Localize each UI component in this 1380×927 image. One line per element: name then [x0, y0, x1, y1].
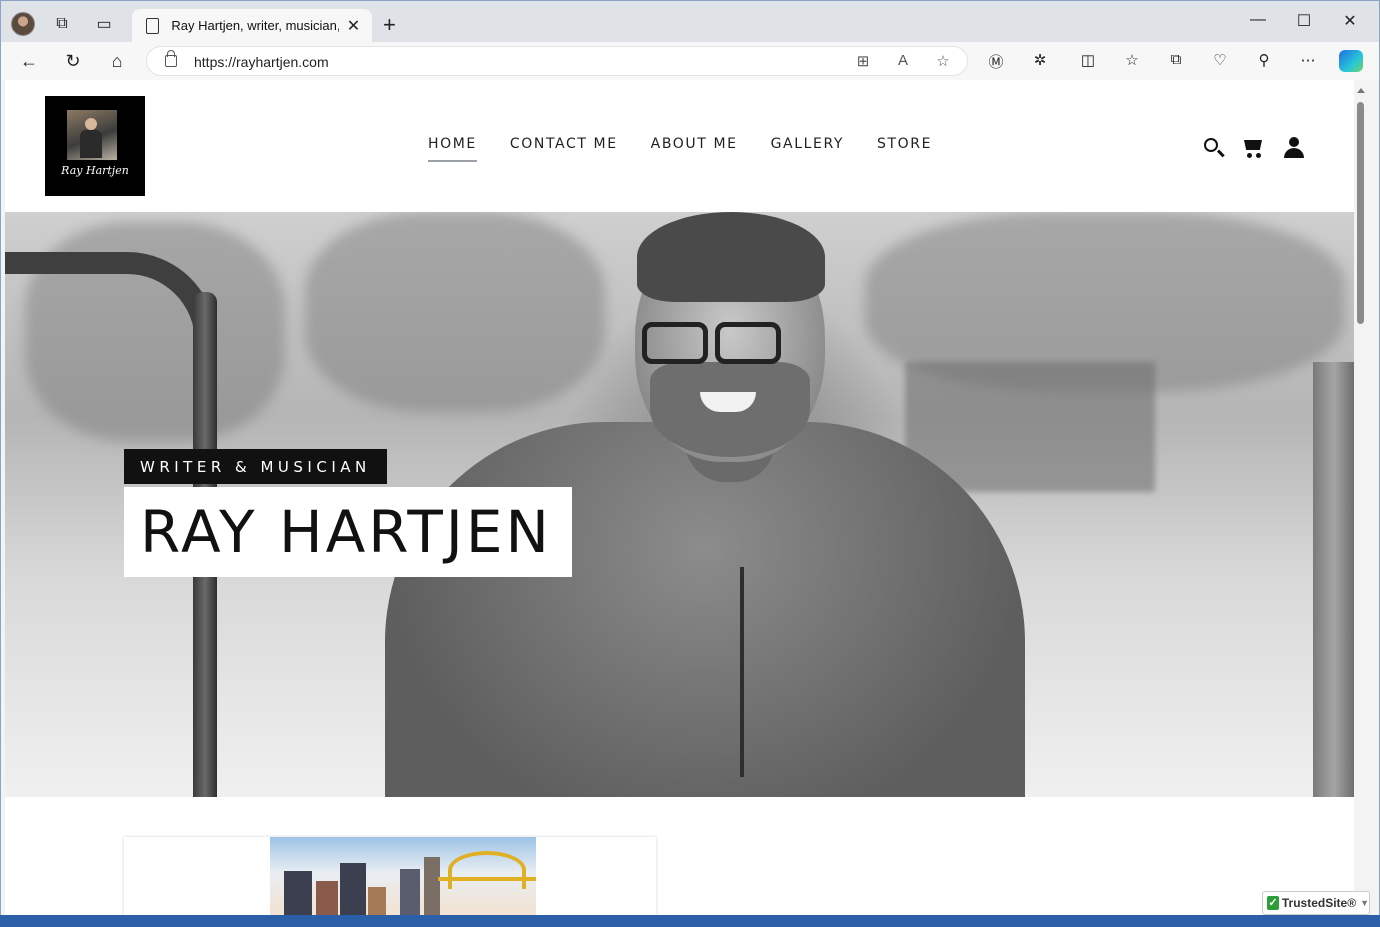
- scroll-up-arrow[interactable]: [1357, 88, 1365, 93]
- desktop-frame: [0, 915, 1380, 927]
- site-header: Ray Hartjen HOME CONTACT ME ABOUT ME GAL…: [5, 80, 1354, 212]
- nav-about-me[interactable]: ABOUT ME: [651, 136, 738, 162]
- new-tab-button[interactable]: +: [383, 12, 396, 38]
- split-screen-icon[interactable]: ◫: [1077, 51, 1099, 69]
- main-navigation: HOME CONTACT ME ABOUT ME GALLERY STORE: [428, 136, 932, 162]
- page-viewport: Ray Hartjen HOME CONTACT ME ABOUT ME GAL…: [5, 80, 1354, 916]
- minimize-button[interactable]: —: [1243, 11, 1273, 29]
- hero-tagline: WRITER & MUSICIAN: [124, 449, 387, 484]
- nav-gallery[interactable]: GALLERY: [771, 136, 844, 162]
- browser-window: ⧉ ▭ Ray Hartjen, writer, musician, and ✕…: [0, 0, 1380, 927]
- extensions-icon[interactable]: ✲: [1029, 51, 1051, 69]
- profile-avatar-icon[interactable]: [11, 12, 35, 36]
- refresh-icon[interactable]: ↻: [61, 50, 85, 72]
- logo-photo: [67, 110, 117, 160]
- chevron-down-icon[interactable]: ▼: [1360, 898, 1369, 908]
- copilot-icon[interactable]: [1339, 50, 1363, 72]
- search-icon[interactable]: [1202, 136, 1226, 160]
- back-icon[interactable]: ←: [17, 50, 41, 72]
- apps-icon[interactable]: ⊞: [853, 52, 873, 70]
- site-logo[interactable]: Ray Hartjen: [45, 96, 145, 196]
- more-icon[interactable]: ⋯: [1297, 51, 1319, 69]
- nav-home[interactable]: HOME: [428, 136, 477, 162]
- browser-essentials-icon[interactable]: ♡: [1209, 51, 1231, 69]
- featured-card[interactable]: [124, 837, 656, 916]
- trustedsite-label: TrustedSite: [1281, 896, 1348, 910]
- skyline-building: [340, 863, 366, 916]
- trustedsite-reg: ®: [1347, 896, 1357, 910]
- skyline-building: [400, 869, 420, 916]
- page-icon: [146, 17, 160, 34]
- nav-contact-me[interactable]: CONTACT ME: [510, 136, 618, 162]
- account-icon[interactable]: [1282, 136, 1306, 160]
- active-tab[interactable]: Ray Hartjen, writer, musician, and ✕: [132, 9, 372, 42]
- background-tree: [305, 212, 605, 412]
- nav-store[interactable]: STORE: [877, 136, 932, 162]
- glasses-left-lens: [642, 322, 708, 364]
- extension-m-icon[interactable]: Ⓜ: [985, 51, 1007, 72]
- check-icon: ✓: [1267, 896, 1279, 910]
- skyline-building: [284, 871, 312, 916]
- favorite-star-icon[interactable]: ☆: [933, 52, 953, 70]
- person-hair: [637, 212, 825, 302]
- page-scrollbar[interactable]: [1354, 80, 1368, 916]
- favorites-icon[interactable]: ☆: [1121, 51, 1143, 69]
- right-post: [1313, 362, 1354, 797]
- logo-signature: Ray Hartjen: [61, 164, 129, 177]
- trustedsite-badge[interactable]: ✓ TrustedSite ® ▼: [1262, 891, 1370, 915]
- collections-icon[interactable]: ⧉: [1165, 51, 1187, 68]
- hero-title-box: RAY HARTJEN: [124, 487, 572, 577]
- yellow-bridge: [438, 851, 536, 916]
- address-bar[interactable]: https://rayhartjen.com ⊞ A ☆: [146, 46, 968, 76]
- city-skyline-image: [270, 837, 536, 916]
- share-icon[interactable]: ⚲: [1253, 51, 1275, 69]
- window-close-button[interactable]: ✕: [1335, 11, 1365, 31]
- hero-title: RAY HARTJEN: [140, 498, 552, 566]
- tab-actions-icon[interactable]: ▭: [93, 13, 115, 35]
- home-icon[interactable]: ⌂: [105, 50, 129, 72]
- tab-title: Ray Hartjen, writer, musician, and: [171, 18, 339, 33]
- skyline-building: [316, 881, 338, 916]
- tab-strip: ⧉ ▭ Ray Hartjen, writer, musician, and ✕…: [1, 1, 1379, 42]
- hero-banner: WRITER & MUSICIAN RAY HARTJEN: [5, 212, 1354, 797]
- browser-toolbar: ← ↻ ⌂ https://rayhartjen.com ⊞ A ☆ Ⓜ ✲ ◫…: [1, 42, 1379, 80]
- person-sweater: [385, 422, 1025, 797]
- read-aloud-icon[interactable]: A: [893, 52, 913, 69]
- hero-tagline-text: WRITER & MUSICIAN: [140, 457, 371, 476]
- scroll-thumb[interactable]: [1357, 102, 1364, 324]
- tab-close-icon[interactable]: ✕: [345, 16, 362, 36]
- cart-icon[interactable]: [1242, 136, 1266, 160]
- lock-icon[interactable]: [165, 50, 177, 67]
- skyline-building: [368, 887, 386, 916]
- glasses-right-lens: [715, 322, 781, 364]
- url-text[interactable]: https://rayhartjen.com: [194, 54, 329, 70]
- maximize-button[interactable]: ☐: [1289, 11, 1319, 31]
- workspaces-icon[interactable]: ⧉: [51, 13, 73, 35]
- sweater-zipper: [740, 567, 744, 777]
